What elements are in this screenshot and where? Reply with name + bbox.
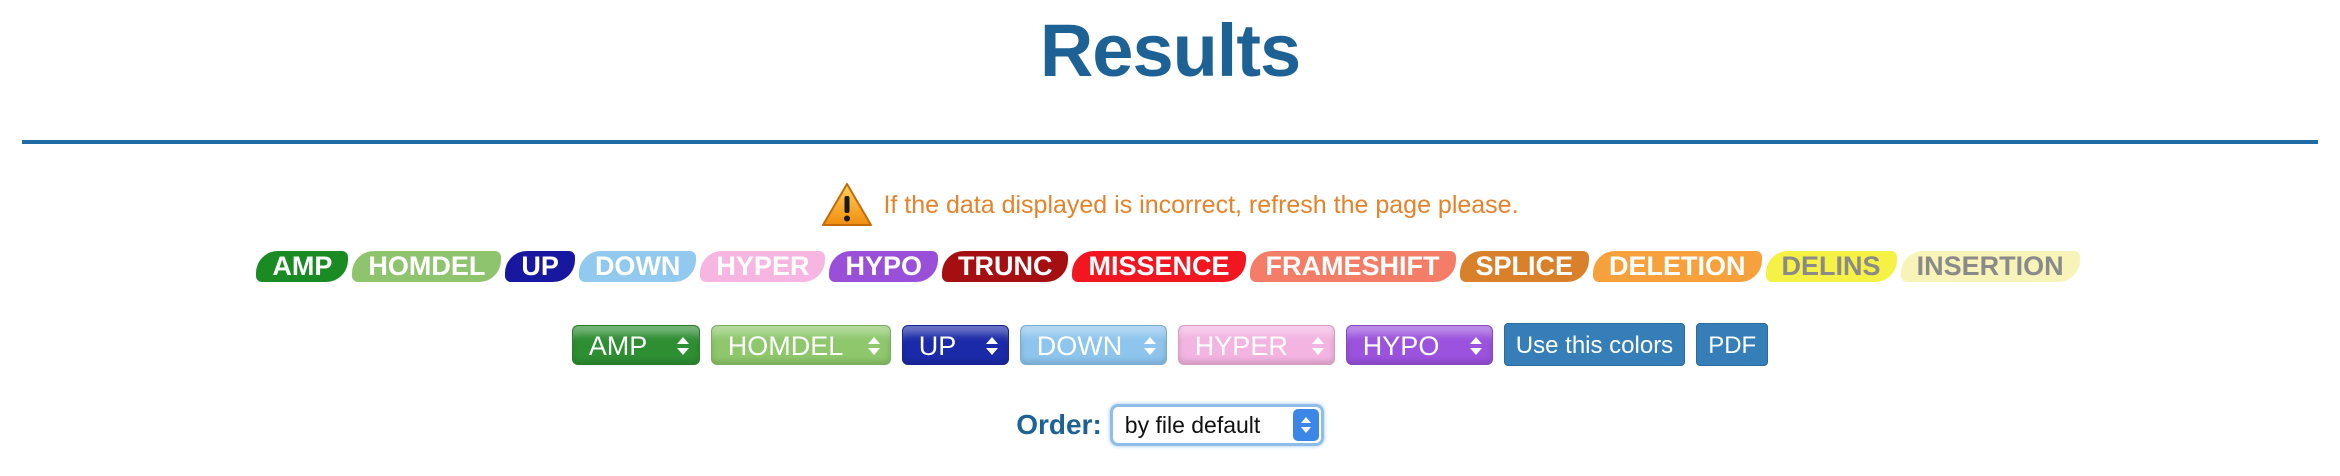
legend-tag-up: UP [505,251,575,282]
amp-color-select[interactable]: AMP [571,324,700,365]
legend-tag-frameshift: FRAMESHIFT [1249,251,1456,282]
pdf-button[interactable]: PDF [1696,323,1769,366]
hyper-color-select[interactable]: HYPER [1177,324,1335,365]
legend-tag-trunc: TRUNC [941,251,1069,282]
legend-tag-homdel: HOMDEL [352,251,502,282]
use-colors-button[interactable]: Use this colors [1503,323,1686,366]
updown-arrows-icon [1311,332,1324,360]
warning-icon [821,182,873,228]
down-color-select[interactable]: DOWN [1019,324,1167,365]
order-label: Order: [1016,409,1102,440]
up-color-select[interactable]: UP [901,324,1009,365]
legend-tag-deletion: DELETION [1593,251,1762,282]
order-selected-value: by file default [1124,412,1261,438]
updown-arrows-icon [1292,409,1319,441]
legend-tag-delins: DELINS [1765,251,1897,282]
page-title: Results [1039,9,1301,92]
updown-arrows-icon [985,332,998,360]
warning-text: If the data displayed is incorrect, refr… [883,190,1519,219]
legend-tag-down: DOWN [578,251,697,282]
updown-arrows-icon [676,332,689,360]
order-control: Order: by file default [0,404,2340,446]
legend-tag-hyper: HYPER [700,251,826,282]
order-select[interactable]: by file default [1109,404,1324,446]
color-controls: AMP HOMDEL UP DOWN HYPER HYPO Use this c… [0,323,2340,366]
select-label: DOWN [1036,330,1123,361]
mutation-legend: AMP HOMDEL UP DOWN HYPER HYPO TRUNC MISS… [0,251,2340,282]
updown-arrows-icon [867,332,880,360]
legend-tag-missence: MISSENCE [1072,251,1246,282]
legend-tag-insertion: INSERTION [1900,251,2080,282]
legend-tag-amp: AMP [256,251,349,282]
legend-tag-hypo: HYPO [829,251,938,282]
legend-tag-splice: SPLICE [1459,251,1590,282]
warning-message: If the data displayed is incorrect, refr… [0,182,2340,228]
updown-arrows-icon [1469,332,1482,360]
select-label: HYPO [1362,330,1440,361]
select-label: AMP [588,330,648,361]
homdel-color-select[interactable]: HOMDEL [710,324,891,365]
results-page: Results If the data displayed is incorre… [0,0,2340,476]
updown-arrows-icon [1143,332,1156,360]
title-divider [22,140,2318,144]
select-label: HOMDEL [727,330,844,361]
select-label: HYPER [1194,330,1288,361]
hypo-color-select[interactable]: HYPO [1345,324,1493,365]
select-label: UP [918,330,957,361]
